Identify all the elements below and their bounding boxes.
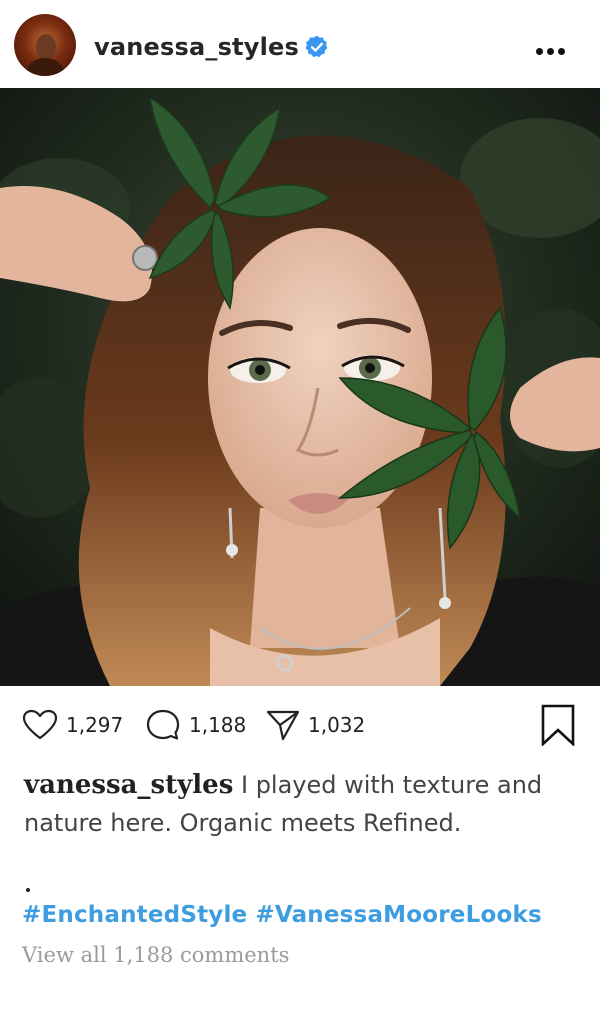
hashtag-link[interactable]: #VanessaMooreLooks — [255, 902, 541, 928]
post-actions: 1,297 1,188 1,032 — [0, 686, 600, 766]
verified-badge-icon — [305, 35, 328, 58]
hashtags: #EnchantedStyle #VanessaMooreLooks — [22, 896, 550, 934]
username-link[interactable]: vanessa_styles — [94, 31, 299, 63]
like-count: 1,297 — [66, 713, 124, 737]
comment-count: 1,188 — [189, 713, 247, 737]
view-all-comments-link[interactable]: View all 1,188 comments — [22, 938, 289, 972]
more-dot — [558, 48, 565, 55]
more-options-button[interactable] — [536, 40, 572, 55]
more-dot — [536, 48, 543, 55]
instagram-post: vanessa_styles 1,297 1,188 1,032 vanessa… — [0, 0, 600, 1024]
comment-action: 1,188 — [145, 708, 246, 742]
avatar[interactable] — [14, 14, 76, 76]
share-count: 1,032 — [308, 713, 366, 737]
post-header: vanessa_styles — [0, 0, 600, 88]
caption-username[interactable]: vanessa_styles — [24, 770, 233, 800]
post-photo-illustration — [0, 88, 600, 686]
comment-icon[interactable] — [145, 708, 181, 742]
send-icon[interactable] — [266, 708, 300, 742]
more-dot — [547, 48, 554, 55]
share-action: 1,032 — [266, 708, 365, 742]
avatar-body — [26, 58, 64, 76]
hashtag-link[interactable]: #EnchantedStyle — [22, 902, 247, 928]
post-caption: vanessa_styles I played with texture and… — [24, 766, 580, 842]
post-photo[interactable] — [0, 88, 600, 686]
like-action: 1,297 — [22, 708, 123, 742]
heart-icon[interactable] — [22, 708, 58, 742]
avatar-face — [36, 34, 56, 60]
bookmark-icon[interactable] — [540, 704, 576, 746]
caption-dot — [26, 888, 30, 892]
